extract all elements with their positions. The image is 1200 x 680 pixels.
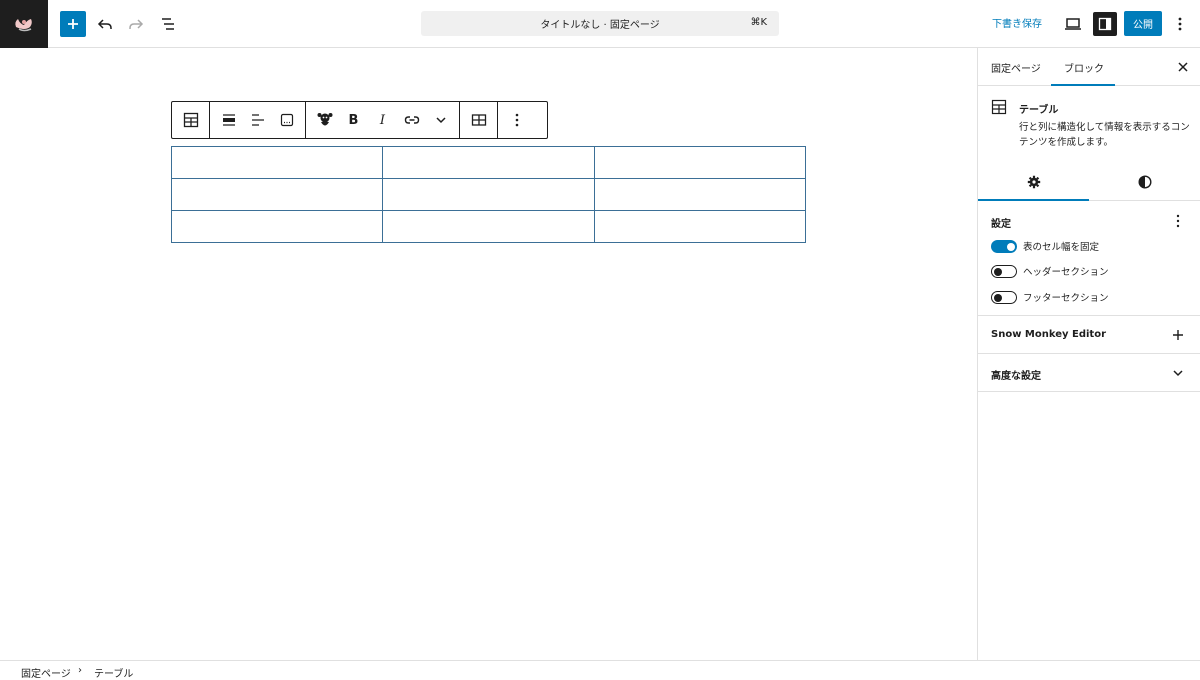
align-text-button[interactable] bbox=[243, 106, 272, 134]
table-block[interactable] bbox=[170, 146, 807, 243]
table-cell[interactable] bbox=[170, 210, 384, 243]
footer-section-label: フッターセクション bbox=[1023, 293, 1109, 304]
gear-icon bbox=[1027, 175, 1040, 189]
block-card-description: 行と列に構造化して情報を表示するコンテンツを作成します。 bbox=[1019, 122, 1190, 148]
breadcrumb: 固定ページ › テーブル bbox=[0, 660, 1200, 680]
snow-monkey-editor-label: Snow Monkey Editor bbox=[991, 329, 1107, 340]
caption-button[interactable] bbox=[272, 106, 301, 134]
redo-icon bbox=[129, 19, 144, 29]
settings-sidebar: 固定ページ ブロック テーブル 行と列に構造化して情報を表示するコンテンツを作成… bbox=[977, 48, 1200, 660]
settings-sidebar-button[interactable] bbox=[1093, 12, 1117, 36]
options-button[interactable] bbox=[1166, 10, 1194, 38]
fixed-width-toggle-row: 表のセル幅を固定 bbox=[991, 239, 1099, 253]
block-type-button[interactable] bbox=[176, 106, 205, 134]
edit-table-button[interactable] bbox=[464, 106, 493, 134]
plus-icon bbox=[1170, 327, 1186, 343]
table-cell[interactable] bbox=[382, 146, 595, 179]
align-left-icon bbox=[251, 114, 264, 126]
list-view-button[interactable] bbox=[154, 10, 182, 38]
more-vertical-icon bbox=[1176, 214, 1180, 228]
redo-button[interactable] bbox=[122, 10, 150, 38]
table-cell[interactable] bbox=[170, 178, 384, 211]
document-bar[interactable]: タイトルなし · 固定ページ ⌘K bbox=[421, 11, 779, 36]
site-logo-icon[interactable] bbox=[0, 0, 48, 48]
breadcrumb-item-table[interactable]: テーブル bbox=[94, 665, 133, 680]
editor-header: タイトルなし · 固定ページ ⌘K 下書き保存 公開 bbox=[0, 0, 1200, 48]
list-view-icon bbox=[162, 18, 174, 30]
footer-section-toggle-row: フッターセクション bbox=[991, 290, 1109, 304]
more-vertical-icon bbox=[515, 113, 518, 127]
fixed-width-toggle[interactable] bbox=[991, 239, 1017, 253]
undo-icon bbox=[97, 19, 112, 29]
publish-button[interactable]: 公開 bbox=[1124, 11, 1162, 36]
table-icon bbox=[183, 112, 198, 128]
settings-options-button[interactable] bbox=[1170, 212, 1186, 230]
table-edit-icon bbox=[471, 114, 486, 126]
save-draft-button[interactable]: 下書き保存 bbox=[992, 15, 1042, 30]
options-group bbox=[498, 102, 535, 138]
sidebar-tabs: 固定ページ ブロック bbox=[978, 48, 1200, 86]
snow-monkey-editor-panel[interactable]: Snow Monkey Editor bbox=[978, 316, 1200, 354]
chevron-down-icon bbox=[435, 117, 446, 124]
advanced-settings-label: 高度な設定 bbox=[991, 371, 1041, 382]
block-type-group bbox=[172, 102, 210, 138]
table-edit-group bbox=[460, 102, 498, 138]
table-cell[interactable] bbox=[170, 146, 384, 179]
command-shortcut: ⌘K bbox=[750, 17, 767, 28]
block-toolbar: B I bbox=[171, 101, 548, 139]
block-options-button[interactable] bbox=[502, 106, 531, 134]
italic-button[interactable]: I bbox=[368, 106, 397, 134]
header-section-label: ヘッダーセクション bbox=[1023, 267, 1109, 278]
tab-page[interactable]: 固定ページ bbox=[991, 60, 1041, 75]
table-cell[interactable] bbox=[593, 178, 807, 211]
add-block-button[interactable] bbox=[60, 11, 86, 37]
tab-block[interactable]: ブロック bbox=[1064, 60, 1104, 75]
tab-settings[interactable] bbox=[978, 163, 1089, 201]
inspector-tabs bbox=[978, 163, 1200, 201]
breadcrumb-separator: › bbox=[78, 665, 82, 676]
table-cell[interactable] bbox=[382, 178, 595, 211]
header-section-toggle-row: ヘッダーセクション bbox=[991, 264, 1109, 278]
footer-section-toggle[interactable] bbox=[991, 290, 1017, 304]
caption-icon bbox=[280, 113, 293, 127]
preview-button[interactable] bbox=[1059, 10, 1087, 38]
close-sidebar-button[interactable] bbox=[1173, 57, 1193, 77]
link-icon bbox=[404, 116, 419, 124]
close-icon bbox=[1178, 62, 1188, 72]
bold-button[interactable]: B bbox=[339, 106, 368, 134]
align-wide-icon bbox=[222, 114, 235, 126]
settings-panel: 設定 表のセル幅を固定 ヘッダーセクション フッターセクション bbox=[978, 201, 1200, 316]
table-row bbox=[170, 178, 807, 211]
snow-monkey-button[interactable] bbox=[310, 106, 339, 134]
table-cell[interactable] bbox=[593, 210, 807, 243]
sidebar-toggle-icon bbox=[1098, 17, 1112, 31]
document-title: タイトルなし · 固定ページ bbox=[540, 20, 660, 31]
alignment-group bbox=[210, 102, 306, 138]
table-row bbox=[170, 210, 807, 243]
advanced-settings-panel[interactable]: 高度な設定 bbox=[978, 354, 1200, 392]
more-formats-button[interactable] bbox=[426, 106, 455, 134]
block-card-title: テーブル bbox=[1019, 105, 1059, 116]
desktop-preview-icon bbox=[1065, 18, 1081, 30]
chevron-down-icon bbox=[1170, 365, 1186, 381]
tab-styles[interactable] bbox=[1089, 163, 1200, 201]
table-icon bbox=[991, 99, 1007, 119]
breadcrumb-item-page[interactable]: 固定ページ bbox=[21, 665, 71, 680]
header-section-toggle[interactable] bbox=[991, 264, 1017, 278]
plus-icon bbox=[68, 19, 78, 29]
table-cell[interactable] bbox=[382, 210, 595, 243]
align-wide-button[interactable] bbox=[214, 106, 243, 134]
more-vertical-icon bbox=[1178, 17, 1182, 31]
fixed-width-label: 表のセル幅を固定 bbox=[1023, 242, 1100, 253]
undo-button[interactable] bbox=[91, 10, 119, 38]
contrast-icon bbox=[1137, 175, 1152, 189]
table-row bbox=[170, 146, 807, 179]
link-button[interactable] bbox=[397, 106, 426, 134]
format-group: B I bbox=[306, 102, 460, 138]
block-card: テーブル 行と列に構造化して情報を表示するコンテンツを作成します。 bbox=[978, 86, 1200, 156]
snow-monkey-icon bbox=[317, 113, 332, 126]
settings-panel-title: 設定 bbox=[991, 219, 1011, 230]
editor-canvas[interactable]: B I bbox=[0, 48, 977, 660]
table-cell[interactable] bbox=[593, 146, 807, 179]
